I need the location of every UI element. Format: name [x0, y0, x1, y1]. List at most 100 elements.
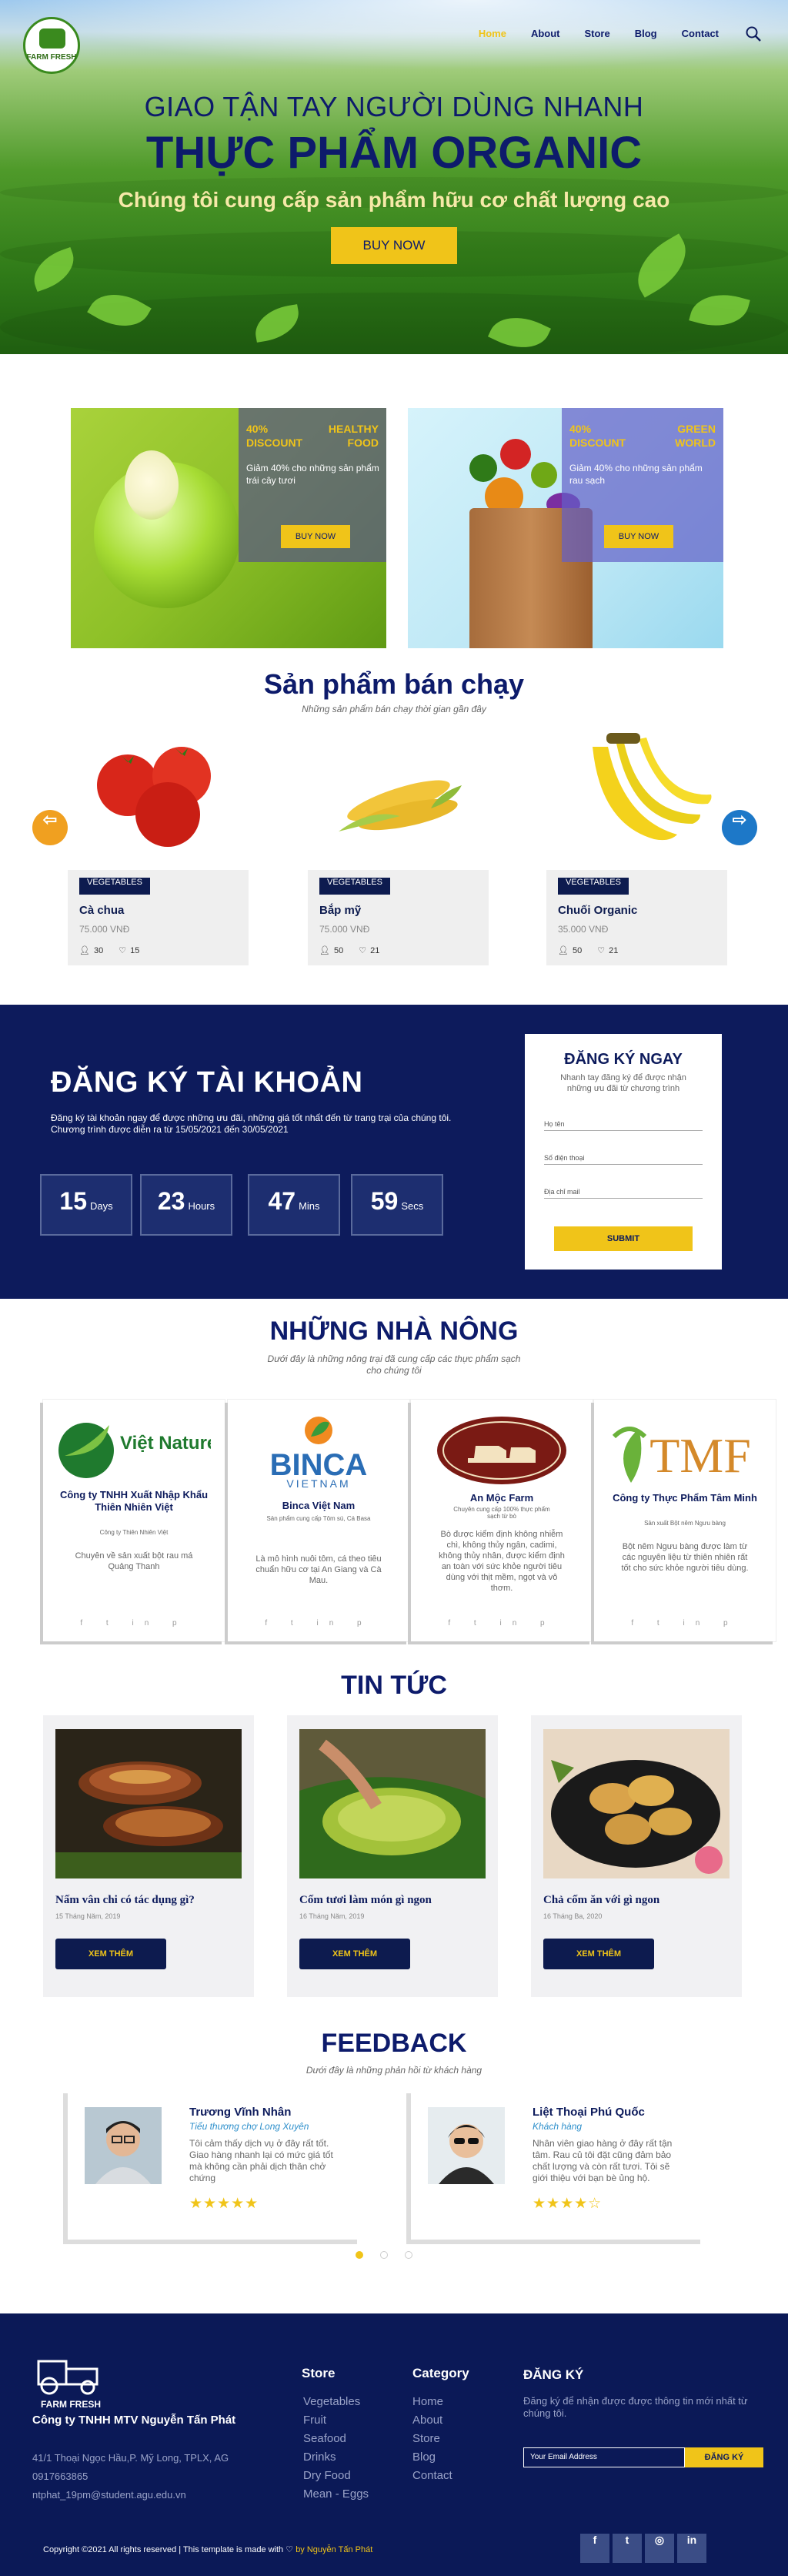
tomato-image	[68, 716, 249, 870]
farmer-social-icons[interactable]: f t in p	[594, 1619, 776, 1628]
name-field[interactable]: Họ tên	[544, 1108, 703, 1131]
countdown-days: 15 Days	[40, 1174, 132, 1236]
footer-store-link[interactable]: Dry Food	[303, 2469, 351, 2482]
footer-phone[interactable]: 0917663865	[32, 2471, 88, 2482]
promo-panel: 40% DISCOUNT HEALTHY FOOD Giảm 40% cho n…	[239, 408, 386, 562]
nav-contact[interactable]: Contact	[682, 28, 719, 39]
nav-home[interactable]: Home	[479, 28, 506, 39]
footer-category-link[interactable]: Contact	[412, 2469, 452, 2482]
promo-buy-now-button[interactable]: BUY NOW	[604, 525, 673, 548]
farmer-sub: Chuyên cung cấp 100% thực phẩm sạch từ b…	[453, 1506, 550, 1520]
footer-email[interactable]: ntphat_19pm@student.agu.edu.vn	[32, 2489, 186, 2501]
footer-logo[interactable]: FARM FRESH	[32, 2346, 109, 2410]
nav-about[interactable]: About	[531, 28, 560, 39]
carousel-dot-active[interactable]	[356, 2251, 363, 2259]
bestseller-subtitle: Những sản phẩm bán chạy thời gian gần đâ…	[302, 704, 486, 714]
submit-button[interactable]: SUBMIT	[554, 1226, 693, 1251]
farmer-social-icons[interactable]: f t in p	[411, 1619, 593, 1628]
heart-icon[interactable]: ♡	[119, 945, 126, 955]
footer-store-link[interactable]: Mean - Eggs	[303, 2487, 369, 2501]
nav-blog[interactable]: Blog	[635, 28, 657, 39]
farmer-card[interactable]: BINCA VIETNAM Binca Việt Nam Sản phẩm cun…	[228, 1400, 409, 1641]
footer-category-title: Category	[412, 2366, 469, 2380]
carousel-dot[interactable]	[405, 2251, 412, 2259]
product-card[interactable]: VEGETABLES Cà chua 75.000 VNĐ 👤︎ 30 ♡ 15	[68, 716, 249, 965]
user-icon: 👤︎	[558, 946, 569, 955]
product-card[interactable]: VEGETABLES Bắp mỹ 75.000 VNĐ 👤︎ 50 ♡ 21	[308, 716, 489, 965]
farmer-card[interactable]: Việt Nature Công ty TNHH Xuất Nhập Khẩu …	[43, 1400, 225, 1641]
news-title-text[interactable]: Chả cốm ăn với gì ngon	[543, 1894, 659, 1907]
farmer-social-icons[interactable]: f t in p	[43, 1619, 225, 1628]
footer-address: 41/1 Thoại Ngọc Hầu,P. Mỹ Long, TPLX, AG	[32, 2452, 229, 2464]
product-likes-count: 21	[609, 945, 619, 955]
feedback-subtitle: Dưới đây là những phản hồi từ khách hàng	[306, 2065, 482, 2076]
footer-category-link[interactable]: About	[412, 2414, 442, 2427]
promo-buy-now-button[interactable]: BUY NOW	[281, 525, 350, 548]
apple-slice-image	[125, 450, 179, 520]
footer-store-link[interactable]: Seafood	[303, 2432, 346, 2445]
farmer-sub: Công ty Thiên Nhiên Việt	[99, 1529, 169, 1536]
news-card[interactable]: Cốm tươi làm món gì ngon 16 Tháng Năm, 2…	[287, 1715, 498, 1997]
nav-store[interactable]: Store	[584, 28, 609, 39]
user-icon: 👤︎	[79, 946, 90, 955]
heart-icon[interactable]: ♡	[597, 945, 605, 955]
form-subtitle: Nhanh tay đăng ký để được nhận những ưu …	[560, 1073, 686, 1093]
heart-icon[interactable]: ♡	[359, 945, 366, 955]
tmf-logo: TMF	[608, 1413, 762, 1498]
product-name[interactable]: Cà chua	[79, 904, 124, 917]
bestseller-title: Sản phẩm bán chạy	[263, 668, 525, 700]
product-name[interactable]: Bắp mỹ	[319, 904, 361, 917]
carousel-dot[interactable]	[380, 2251, 388, 2259]
news-card[interactable]: Chả cốm ăn với gì ngon 16 Tháng Ba, 2020…	[531, 1715, 742, 1997]
footer-category-link[interactable]: Store	[412, 2432, 440, 2445]
reviewer-name: Liệt Thoại Phú Quốc	[533, 2106, 645, 2119]
site-logo[interactable]: FARM FRESH	[23, 17, 80, 74]
read-more-button[interactable]: XEM THÊM	[543, 1939, 654, 1969]
read-more-button[interactable]: XEM THÊM	[299, 1939, 410, 1969]
promo-card-vegetable[interactable]: 40% DISCOUNT GREEN WORLD Giảm 40% cho nh…	[408, 408, 723, 648]
footer-category-link[interactable]: Home	[412, 2395, 443, 2408]
hero-banner: FARM FRESH Home About Store Blog Contact…	[0, 0, 788, 354]
product-price: 75.000 VNĐ	[319, 924, 370, 935]
footer-store-link[interactable]: Vegetables	[303, 2395, 360, 2408]
news-card[interactable]: Nấm vân chi có tác dụng gì? 15 Tháng Năm…	[43, 1715, 254, 1997]
footer-store-link[interactable]: Fruit	[303, 2414, 326, 2427]
news-title-text[interactable]: Cốm tươi làm món gì ngon	[299, 1894, 432, 1907]
product-likes-count: 15	[130, 945, 140, 955]
farmer-name: Công ty Thực Phẩm Tâm Minh	[613, 1492, 757, 1504]
footer-signup-button[interactable]: ĐĂNG KÝ	[685, 2447, 763, 2467]
footer-email-input[interactable]: Your Email Address	[523, 2447, 685, 2467]
footer-category-link[interactable]: Blog	[412, 2451, 436, 2464]
avatar	[85, 2107, 162, 2184]
carousel-next-arrow-icon[interactable]: ⇨	[722, 810, 757, 845]
news-title-text[interactable]: Nấm vân chi có tác dụng gì?	[55, 1894, 195, 1907]
binca-logo: BINCA VIETNAM	[242, 1413, 396, 1498]
product-card[interactable]: VEGETABLES Chuối Organic 35.000 VNĐ 👤︎ 50…	[546, 716, 727, 965]
linkedin-icon[interactable]: in	[677, 2534, 706, 2563]
read-more-button[interactable]: XEM THÊM	[55, 1939, 166, 1969]
phone-field[interactable]: Số điện thoại	[544, 1142, 703, 1165]
review-text: Nhân viên giao hàng ở đây rất tận tâm. R…	[533, 2138, 673, 2183]
hero-buy-now-button[interactable]: BUY NOW	[331, 227, 457, 264]
avatar	[428, 2107, 505, 2184]
product-name[interactable]: Chuối Organic	[558, 904, 637, 917]
hero-subtitle: Chúng tôi cung cấp sản phẩm hữu cơ chất …	[118, 188, 670, 212]
farmers-title: NHỮNG NHÀ NÔNG	[269, 1316, 519, 1346]
farmer-card[interactable]: TMF Công ty Thực Phẩm Tâm Minh Sản xuất …	[594, 1400, 776, 1641]
farmer-social-icons[interactable]: f t in p	[228, 1619, 409, 1628]
svg-text:VIETNAM: VIETNAM	[286, 1477, 350, 1487]
twitter-icon[interactable]: t	[613, 2534, 642, 2563]
carousel-prev-arrow-icon[interactable]: ⇦	[32, 810, 68, 845]
user-icon: 👤︎	[319, 946, 330, 955]
copyright: Copyright ©2021 All rights reserved | Th…	[43, 2545, 373, 2554]
footer-store-link[interactable]: Drinks	[303, 2451, 336, 2464]
footer-author[interactable]: by Nguyễn Tấn Phát	[296, 2545, 372, 2554]
promo-card-fruit[interactable]: 40% DISCOUNT HEALTHY FOOD Giảm 40% cho n…	[71, 408, 386, 648]
search-icon[interactable]	[745, 25, 762, 42]
dribbble-icon[interactable]: ◎	[645, 2534, 674, 2563]
footer-store-title: Store	[302, 2366, 336, 2380]
countdown-mins: 47 Mins	[248, 1174, 340, 1236]
farmer-card[interactable]: An Mộc Farm Chuyên cung cấp 100% thực ph…	[411, 1400, 593, 1641]
facebook-icon[interactable]: f	[580, 2534, 609, 2563]
email-field[interactable]: Địa chỉ mail	[544, 1176, 703, 1199]
